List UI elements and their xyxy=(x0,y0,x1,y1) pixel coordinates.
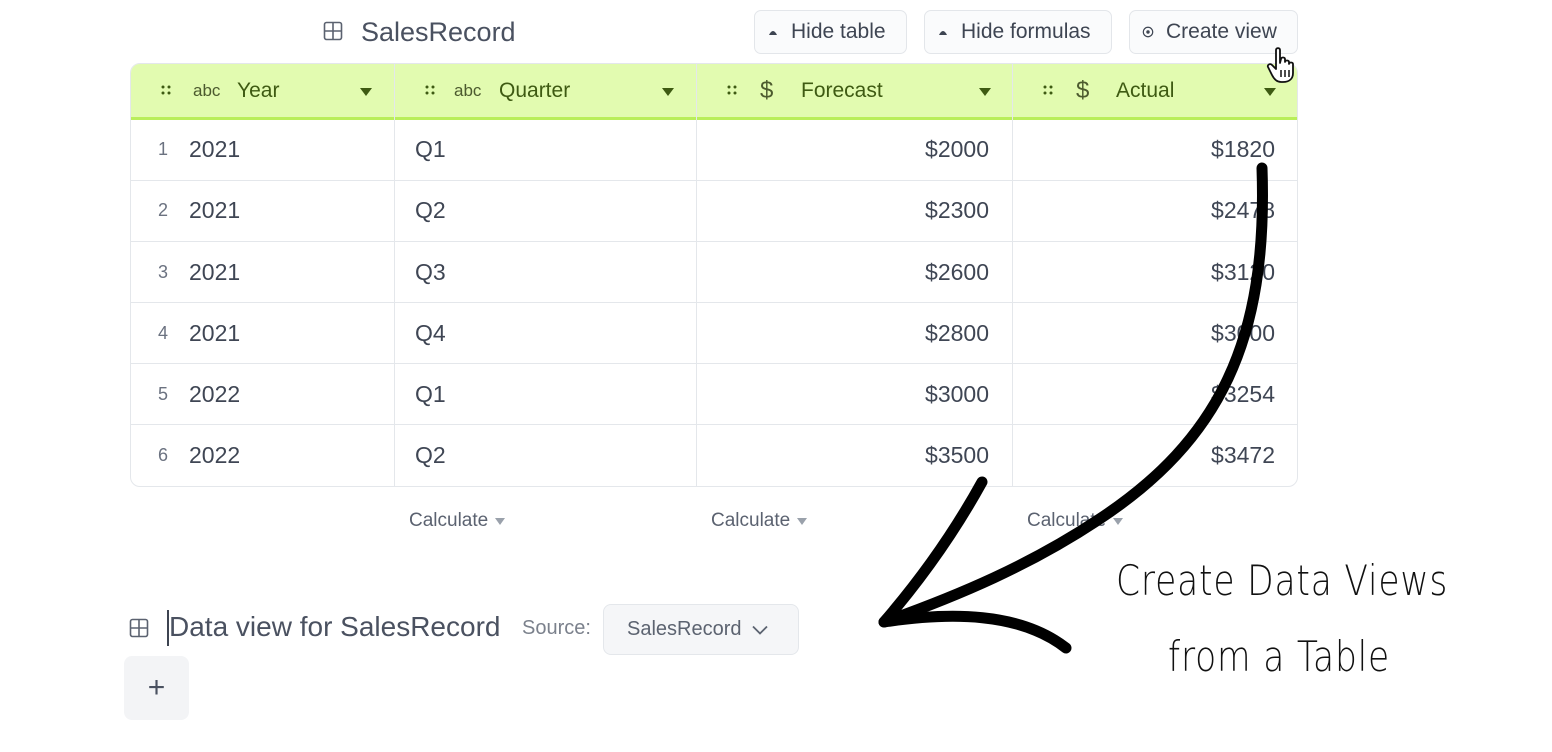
table-icon xyxy=(323,21,343,41)
row-divider xyxy=(131,424,1297,425)
annotation-line-2: from a Table xyxy=(1168,632,1391,681)
row-divider xyxy=(131,241,1297,242)
chevron-down-icon xyxy=(751,625,768,635)
hide-formulas-button[interactable]: Hide formulas xyxy=(924,10,1112,54)
column-header-forecast[interactable]: $ Forecast xyxy=(697,64,1012,117)
cell-actual[interactable]: $3120 xyxy=(1027,257,1275,287)
hide-table-button[interactable]: Hide table xyxy=(754,10,907,54)
column-label-forecast: Forecast xyxy=(801,78,883,102)
cell-year[interactable]: 2021 xyxy=(189,195,240,225)
cell-year[interactable]: 2021 xyxy=(189,318,240,348)
column-header-year[interactable]: abc Year xyxy=(131,64,394,117)
cell-quarter[interactable]: Q3 xyxy=(415,257,446,287)
cell-quarter[interactable]: Q2 xyxy=(415,195,446,225)
row-number: 1 xyxy=(157,139,168,159)
text-type-icon: abc xyxy=(454,80,482,100)
table-icon xyxy=(129,618,149,638)
text-type-icon: abc xyxy=(193,80,221,100)
hide-icon xyxy=(937,26,949,38)
cell-forecast[interactable]: $3500 xyxy=(711,440,989,470)
row-divider xyxy=(131,180,1297,181)
cell-actual[interactable]: $1820 xyxy=(1027,134,1275,164)
cell-year[interactable]: 2022 xyxy=(189,440,240,470)
caret-down-icon xyxy=(495,517,506,525)
column-header-quarter[interactable]: abc Quarter xyxy=(395,64,696,117)
cell-actual[interactable]: $3000 xyxy=(1027,318,1275,348)
row-number: 4 xyxy=(157,323,168,343)
cell-quarter[interactable]: Q1 xyxy=(415,379,446,409)
column-label-actual: Actual xyxy=(1116,78,1175,102)
cell-actual[interactable]: $3254 xyxy=(1027,379,1275,409)
caret-down-icon[interactable] xyxy=(360,88,372,96)
cell-quarter[interactable]: Q1 xyxy=(415,134,446,164)
currency-type-icon: $ xyxy=(760,76,774,104)
data-view-title-input[interactable]: Data view for SalesRecord xyxy=(169,608,500,646)
calculate-forecast-dropdown[interactable]: Calculate xyxy=(711,510,808,532)
caret-down-icon[interactable] xyxy=(1264,88,1276,96)
caret-down-icon xyxy=(797,517,808,525)
cell-actual[interactable]: $3472 xyxy=(1027,440,1275,470)
source-select-value: SalesRecord xyxy=(627,618,742,640)
hide-formulas-label: Hide formulas xyxy=(961,20,1091,43)
cell-forecast[interactable]: $2000 xyxy=(711,134,989,164)
drag-handle-icon[interactable] xyxy=(727,84,737,96)
annotation-line-1: Create Data Views xyxy=(1116,556,1449,605)
source-select[interactable]: SalesRecord xyxy=(603,604,799,655)
column-header-actual[interactable]: $ Actual xyxy=(1013,64,1297,117)
column-label-quarter: Quarter xyxy=(499,78,571,102)
calculate-label: Calculate xyxy=(711,510,791,531)
cell-forecast[interactable]: $2300 xyxy=(711,195,989,225)
hide-table-label: Hide table xyxy=(791,20,886,43)
create-view-label: Create view xyxy=(1166,20,1277,43)
drag-handle-icon[interactable] xyxy=(161,84,171,96)
cell-quarter[interactable]: Q2 xyxy=(415,440,446,470)
cell-forecast[interactable]: $2800 xyxy=(711,318,989,348)
caret-down-icon[interactable] xyxy=(662,88,674,96)
column-label-year: Year xyxy=(237,78,280,102)
calculate-actual-dropdown[interactable]: Calculate xyxy=(1027,510,1124,532)
cell-forecast[interactable]: $2600 xyxy=(711,257,989,287)
currency-type-icon: $ xyxy=(1076,76,1090,104)
calculate-label: Calculate xyxy=(409,510,489,531)
table-title: SalesRecord xyxy=(361,17,516,47)
cell-year[interactable]: 2021 xyxy=(189,257,240,287)
row-number: 6 xyxy=(157,445,168,465)
eye-icon xyxy=(1142,26,1154,38)
table-header: abc Year abc Quarter $ Forecast $ Actual xyxy=(131,64,1297,120)
hand-cursor-icon xyxy=(1266,47,1294,83)
source-label: Source: xyxy=(522,617,591,639)
row-divider xyxy=(131,363,1297,364)
cell-forecast[interactable]: $3000 xyxy=(711,379,989,409)
cell-year[interactable]: 2021 xyxy=(189,134,240,164)
hide-icon xyxy=(767,26,779,38)
cell-quarter[interactable]: Q4 xyxy=(415,318,446,348)
add-button[interactable]: + xyxy=(124,656,189,720)
sales-record-table: abc Year abc Quarter $ Forecast $ Actual xyxy=(130,63,1298,487)
row-number: 2 xyxy=(157,200,168,220)
row-divider xyxy=(131,302,1297,303)
calculate-quarter-dropdown[interactable]: Calculate xyxy=(409,510,506,532)
calculate-label: Calculate xyxy=(1027,510,1107,531)
cell-actual[interactable]: $2478 xyxy=(1027,195,1275,225)
cell-year[interactable]: 2022 xyxy=(189,379,240,409)
row-number: 3 xyxy=(157,262,168,282)
caret-down-icon[interactable] xyxy=(979,88,991,96)
row-number: 5 xyxy=(157,384,168,404)
drag-handle-icon[interactable] xyxy=(425,84,435,96)
drag-handle-icon[interactable] xyxy=(1043,84,1053,96)
caret-down-icon xyxy=(1113,517,1124,525)
